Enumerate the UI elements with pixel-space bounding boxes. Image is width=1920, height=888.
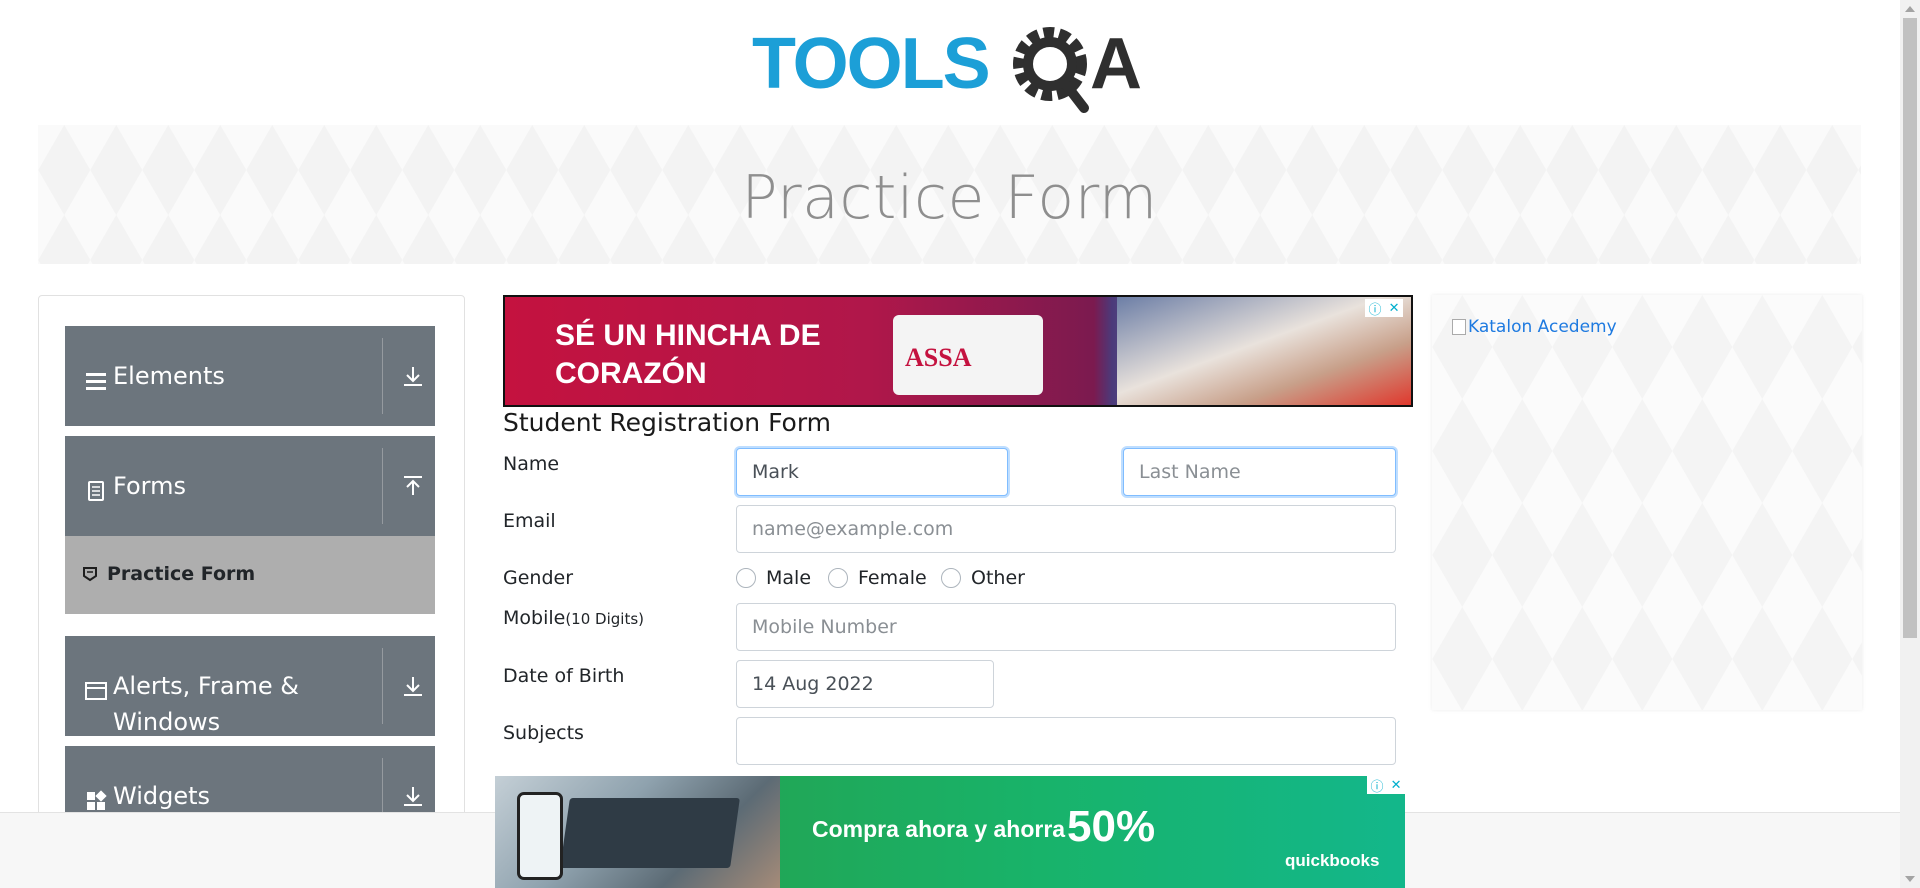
sidebar-group-elements[interactable]: Elements <box>65 326 435 426</box>
radio-circle[interactable] <box>941 568 961 588</box>
subjects-input[interactable] <box>736 717 1396 765</box>
ad-choices-badge[interactable]: ⓘ ✕ <box>1367 776 1405 795</box>
sidebar: Elements Forms Practice Form Alerts, Fra… <box>38 295 465 888</box>
form-title: Student Registration Form <box>503 408 832 437</box>
first-name-input[interactable]: Mark <box>736 448 1008 496</box>
sidebar-item-label: Practice Form <box>107 563 256 585</box>
download-arrow-icon[interactable] <box>401 674 425 698</box>
bottom-advertisement[interactable]: Compra ahora y ahorra 50% quickbooks ⓘ ✕ <box>495 776 1405 888</box>
window-icon <box>85 676 107 700</box>
gender-radio-other[interactable]: Other <box>941 567 1025 589</box>
top-advertisement[interactable]: SÉ UN HINCHA DE CORAZÓN ASSA ⓘ ✕ <box>503 295 1413 407</box>
ad-brand: quickbooks <box>1285 851 1380 870</box>
download-arrow-icon[interactable] <box>401 784 425 808</box>
ad-headline: SÉ UN HINCHA DE CORAZÓN <box>555 319 821 390</box>
page: TOOLS A Practice Form Elements Forms Pra… <box>0 0 1920 888</box>
broken-image-icon <box>1452 319 1466 335</box>
widgets-icon <box>85 786 107 810</box>
toolsqa-logo-graphic: TOOLS A <box>752 24 1142 113</box>
gender-radio-male[interactable]: Male <box>736 567 811 589</box>
ad-discount: 50% <box>1067 802 1156 851</box>
radio-circle[interactable] <box>736 568 756 588</box>
subjects-label: Subjects <box>503 722 584 744</box>
right-ad-panel: Katalon Acedemy <box>1432 295 1862 710</box>
sidebar-group-label: Widgets <box>113 782 211 810</box>
close-icon[interactable]: ✕ <box>1389 301 1400 316</box>
mobile-input[interactable]: Mobile Number <box>736 603 1396 651</box>
info-icon[interactable]: ⓘ <box>1371 776 1384 795</box>
sidebar-group-label: Forms <box>113 472 186 500</box>
info-icon[interactable]: ⓘ <box>1369 299 1382 318</box>
dob-input[interactable]: 14 Aug 2022 <box>736 660 994 708</box>
toolsqa-logo[interactable]: TOOLS A <box>752 20 1152 114</box>
divider <box>382 648 383 724</box>
mobile-label: Mobile(10 Digits) <box>503 607 644 629</box>
gender-label: Gender <box>503 567 574 589</box>
last-name-input[interactable]: Last Name <box>1123 448 1396 496</box>
dob-label: Date of Birth <box>503 665 625 687</box>
close-icon[interactable]: ✕ <box>1391 778 1402 793</box>
radio-circle[interactable] <box>828 568 848 588</box>
divider <box>382 448 383 524</box>
gender-radio-female[interactable]: Female <box>828 567 927 589</box>
sidebar-group-alerts[interactable]: Alerts, Frame & Windows <box>65 636 435 736</box>
name-label: Name <box>503 453 560 475</box>
sidebar-item-practice-form[interactable]: Practice Form <box>65 536 435 614</box>
scroll-down-arrow-icon[interactable] <box>1905 876 1915 882</box>
form-icon <box>82 565 98 582</box>
ad-choices-badge[interactable]: ⓘ ✕ <box>1365 299 1403 318</box>
laptop-image <box>560 798 740 868</box>
ad-text: Compra ahora y ahorra <box>812 816 1066 842</box>
ad-product-box: ASSA <box>893 315 1043 395</box>
phone-image <box>517 792 563 880</box>
page-title: Practice Form <box>741 163 1158 233</box>
email-label: Email <box>503 510 556 532</box>
upload-arrow-icon[interactable] <box>401 474 425 498</box>
page-banner: Practice Form <box>38 125 1861 264</box>
mobile-hint: (10 Digits) <box>565 610 644 628</box>
document-icon <box>85 476 107 501</box>
page-scrollbar[interactable] <box>1900 0 1920 888</box>
svg-text:TOOLS: TOOLS <box>752 24 989 104</box>
sidebar-group-label: Alerts, Frame & Windows <box>113 672 300 736</box>
sidebar-group-label: Elements <box>113 362 225 390</box>
scroll-up-arrow-icon[interactable] <box>1905 6 1915 12</box>
sidebar-group-forms[interactable]: Forms <box>65 436 435 536</box>
svg-text:A: A <box>1090 24 1142 104</box>
download-arrow-icon[interactable] <box>401 364 425 388</box>
ad-photo <box>495 776 780 888</box>
divider <box>382 338 383 414</box>
scrollbar-thumb[interactable] <box>1903 18 1917 638</box>
hamburger-icon <box>85 366 107 390</box>
katalon-academy-image-link[interactable]: Katalon Acedemy <box>1452 317 1617 337</box>
email-input[interactable]: name@example.com <box>736 505 1396 553</box>
